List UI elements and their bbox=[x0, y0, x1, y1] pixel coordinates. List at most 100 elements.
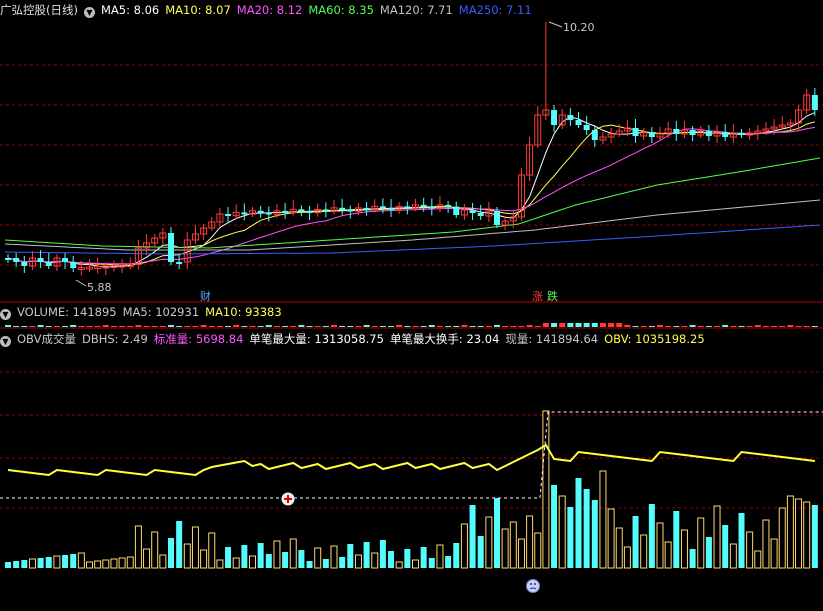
obv-bar-50 bbox=[412, 559, 419, 569]
vol-bar-90 bbox=[738, 326, 745, 327]
obv-indicator-6: OBV: 1035198.25 bbox=[604, 332, 705, 346]
obv-panel-header: ▼ OBV成交量 DBHS: 2.49 标准量: 5698.84 单笔最大量: 1313… bbox=[0, 330, 717, 348]
vol-bar-0 bbox=[5, 325, 11, 327]
obv-bar-22 bbox=[183, 543, 191, 569]
obv-bar-37 bbox=[306, 561, 313, 568]
vol-bar-39 bbox=[322, 326, 329, 327]
vol-bar-68 bbox=[559, 323, 566, 327]
vol-bar-33 bbox=[273, 326, 280, 327]
vol-bar-20 bbox=[168, 325, 174, 327]
candle-30 bbox=[249, 206, 256, 218]
vol-bar-88 bbox=[722, 325, 729, 327]
vol-bar-81 bbox=[665, 326, 672, 327]
vol-bar-8 bbox=[70, 325, 77, 327]
vol-bar-9 bbox=[78, 326, 85, 327]
obv-bar-43 bbox=[354, 554, 362, 569]
obv-reference-line bbox=[0, 411, 823, 499]
obv-bar-36 bbox=[298, 550, 305, 568]
candle-36 bbox=[298, 205, 305, 217]
obv-line bbox=[0, 411, 823, 499]
obv-bar-12 bbox=[102, 559, 110, 569]
stock-title: 广弘控股(日线) bbox=[0, 3, 78, 17]
obv-indicator-0: OBV成交量 bbox=[17, 332, 76, 346]
candle-98 bbox=[803, 89, 811, 114]
candle-29 bbox=[241, 203, 248, 221]
chevron-down-icon[interactable]: ▼ bbox=[83, 7, 95, 18]
candle-37 bbox=[306, 206, 313, 220]
obv-bar-41 bbox=[339, 557, 346, 568]
obv-bar-88 bbox=[722, 525, 729, 568]
obv-bar-29 bbox=[241, 545, 248, 568]
price-indicator-3: MA60: 8.35 bbox=[308, 3, 374, 17]
candle-82 bbox=[673, 121, 680, 141]
marker-fall[interactable]: 跌 bbox=[547, 289, 558, 303]
add-indicator-icon[interactable] bbox=[281, 492, 295, 506]
candle-2 bbox=[21, 256, 28, 273]
vol-bar-14 bbox=[119, 326, 126, 327]
candle-41 bbox=[339, 198, 346, 215]
vol-bar-74 bbox=[608, 323, 615, 327]
candle-8 bbox=[70, 256, 77, 272]
vol-bar-80 bbox=[657, 325, 663, 327]
obv-bar-15 bbox=[126, 556, 134, 569]
candlesticks[interactable] bbox=[5, 22, 818, 276]
candle-31 bbox=[257, 205, 264, 218]
obv-bar-52 bbox=[428, 558, 435, 568]
obv-bar-99 bbox=[811, 505, 818, 568]
price-panel-header: 广弘控股(日线) ▼ MA5: 8.06 MA10: 8.07 MA20: 8.12 MA… bbox=[0, 1, 544, 19]
vol-bar-17 bbox=[143, 326, 150, 327]
candle-99 bbox=[811, 88, 818, 116]
vol-bar-47 bbox=[388, 326, 395, 327]
obv-bar-59 bbox=[485, 516, 493, 569]
low-price-label: 5.88 bbox=[87, 281, 112, 294]
vol-bar-82 bbox=[673, 326, 680, 327]
obv-bar-11 bbox=[94, 560, 102, 569]
vol-bar-76 bbox=[624, 325, 631, 327]
obv-bar-71 bbox=[583, 489, 590, 568]
smiley-icon[interactable] bbox=[526, 579, 540, 593]
obv-indicator-3: 单笔最大量: 1313058.75 bbox=[249, 332, 384, 346]
vol-bar-60 bbox=[494, 325, 500, 327]
vol-bar-21 bbox=[176, 326, 183, 327]
obv-bar-79 bbox=[648, 504, 655, 568]
chevron-down-icon[interactable]: ▼ bbox=[0, 309, 11, 320]
candle-86 bbox=[705, 125, 712, 141]
vol-bar-13 bbox=[110, 326, 117, 327]
vol-bar-25 bbox=[208, 326, 215, 327]
candle-59 bbox=[485, 202, 493, 222]
candle-44 bbox=[363, 201, 370, 216]
candle-92 bbox=[754, 125, 762, 140]
obv-bar-10 bbox=[86, 561, 93, 569]
candle-55 bbox=[453, 201, 460, 218]
vol-bar-93 bbox=[762, 326, 769, 327]
obv-bar-81 bbox=[664, 541, 672, 569]
marker-rise[interactable]: 涨 bbox=[532, 290, 543, 303]
obv-bar-87 bbox=[713, 505, 721, 569]
obv-bar-39 bbox=[322, 559, 329, 568]
vol-bar-38 bbox=[314, 326, 321, 327]
candle-42 bbox=[347, 205, 354, 219]
price-indicator-1: MA10: 8.07 bbox=[165, 3, 231, 17]
candle-49 bbox=[404, 201, 411, 215]
candle-96 bbox=[786, 119, 794, 130]
obv-bar-72 bbox=[591, 500, 598, 568]
chevron-down-icon[interactable]: ▼ bbox=[0, 336, 11, 347]
vol-bar-71 bbox=[583, 323, 590, 327]
obv-bar-85 bbox=[697, 517, 705, 569]
obv-bar-33 bbox=[273, 540, 281, 569]
candle-53 bbox=[436, 195, 444, 213]
obv-bar-94 bbox=[770, 538, 778, 569]
marker-finance[interactable]: 财 bbox=[200, 289, 211, 303]
obv-bar-90 bbox=[738, 513, 745, 568]
vol-bar-62 bbox=[510, 326, 517, 327]
candle-63 bbox=[517, 168, 525, 221]
obv-bar-21 bbox=[176, 521, 183, 568]
candle-25 bbox=[208, 217, 216, 231]
vol-bar-70 bbox=[575, 323, 582, 327]
vol-bar-42 bbox=[347, 326, 354, 327]
obv-bar-95 bbox=[778, 507, 786, 569]
obv-bar-57 bbox=[469, 505, 476, 568]
obv-bar-58 bbox=[477, 536, 484, 568]
obv-bar-1 bbox=[13, 561, 20, 568]
candle-79 bbox=[648, 127, 655, 143]
